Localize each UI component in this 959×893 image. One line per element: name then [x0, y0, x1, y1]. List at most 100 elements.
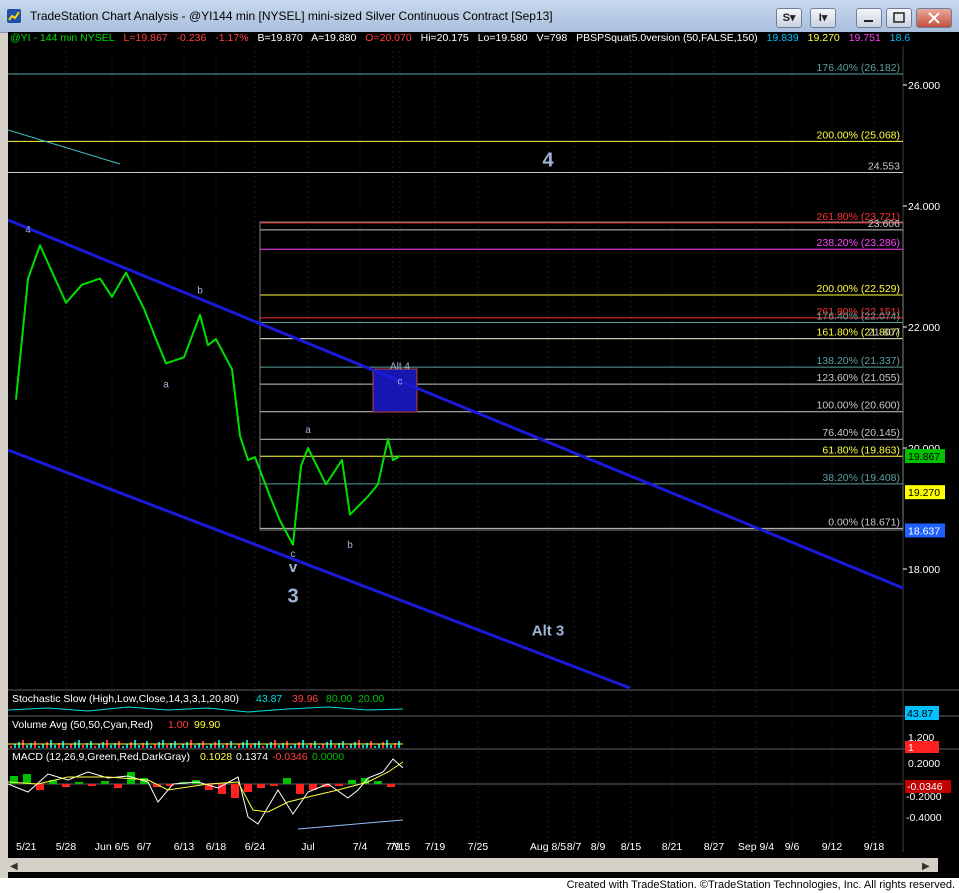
symbol-link-s-button[interactable]: S▾ — [776, 8, 802, 28]
volume-bar-77 — [318, 746, 320, 748]
volume-bar-4 — [26, 745, 28, 748]
volume-bar-78 — [322, 744, 324, 748]
x-tick-label-14: 8/7 — [567, 841, 582, 853]
x-tick-label-11: 7/19 — [425, 841, 446, 853]
volume-bar-92 — [378, 744, 380, 748]
macd-value-4: 0.0000 — [312, 751, 344, 763]
x-tick-label-10: 7/15 — [390, 841, 411, 853]
volume-bar-72 — [298, 742, 300, 748]
volume-bar-37 — [158, 742, 160, 748]
channel-lower-line — [8, 448, 631, 690]
volume-bar-36 — [154, 744, 156, 748]
wave-label-10: 4 — [542, 150, 554, 172]
volume-bar-74 — [306, 745, 308, 748]
price-series-line — [15, 244, 401, 546]
wave-label-7: b — [347, 540, 353, 551]
stochastic-label: Stochastic Slow (High,Low,Close,14,3,3,1… — [12, 693, 239, 705]
volume-value-2: 99.90 — [194, 719, 220, 731]
volume-bar-53 — [222, 745, 224, 748]
x-tick-label-16: 8/15 — [621, 841, 642, 853]
stochastic-value-2: 39.96 — [292, 693, 318, 705]
volume-bar-49 — [206, 746, 208, 748]
volume-bar-51 — [214, 742, 216, 748]
volume-bar-1 — [14, 744, 16, 748]
macd-hist-bar-18 — [244, 784, 252, 792]
macd-axis-label-3: -0.4000 — [906, 812, 942, 824]
macd-hist-bar-6 — [88, 784, 96, 786]
macd-axis-label-2: -0.2000 — [906, 791, 942, 803]
volume-bar-18 — [82, 745, 84, 748]
fib-label-12: 123.60% (21.055) — [817, 372, 900, 384]
volume-bar-32 — [138, 745, 140, 748]
minimize-button[interactable] — [856, 8, 882, 28]
volume-bar-64 — [266, 744, 268, 748]
close-icon — [928, 12, 940, 24]
window-title: TradeStation Chart Analysis - @YI144 min… — [30, 9, 553, 23]
tradestation-app-icon — [7, 9, 21, 23]
volume-bar-81 — [334, 745, 336, 748]
macd-hist-bar-19 — [257, 784, 265, 788]
axis-badge-1: 19.270 — [908, 487, 940, 499]
fib-label-6: 200.00% (22.529) — [817, 283, 900, 295]
price-axis-badges: 19.867 19.270 18.637 — [905, 449, 945, 538]
x-tick-label-19: Sep 9/4 — [738, 841, 774, 853]
close-button[interactable] — [916, 8, 952, 28]
macd-hist-bar-26 — [348, 780, 356, 784]
macd-value-1: 0.1028 — [200, 751, 232, 763]
volume-bar-88 — [362, 745, 364, 748]
macd-line — [8, 758, 404, 825]
x-tick-label-18: 8/27 — [704, 841, 725, 853]
volume-bar-15 — [70, 744, 72, 748]
macd-hist-bar-17 — [231, 784, 239, 798]
wave-label-11: Alt 3 — [532, 623, 565, 640]
stochastic-value-1: 43.87 — [256, 693, 282, 705]
alt4-target-box — [372, 368, 418, 413]
copyright-text: Created with TradeStation. ©TradeStation… — [566, 879, 955, 891]
volume-bar-11 — [54, 745, 56, 748]
stochastic-value-4: 20.00 — [358, 693, 384, 705]
volume-bar-14 — [66, 746, 68, 748]
volume-bar-44 — [186, 742, 188, 748]
x-tick-label-15: 8/9 — [591, 841, 606, 853]
volume-bar-0 — [10, 746, 12, 748]
symbol-link-i-button[interactable]: I▾ — [810, 8, 836, 28]
wave-label-3: a — [305, 425, 311, 436]
volume-label: Volume Avg (50,50,Cyan,Red) — [12, 719, 153, 731]
volume-bar-25 — [110, 745, 112, 748]
x-tick-label-6: 6/24 — [245, 841, 266, 853]
horizontal-scrollbar[interactable] — [8, 858, 938, 872]
y-tick-label-1: 24.000 — [908, 201, 940, 213]
macd-hist-bar-4 — [62, 784, 70, 787]
y-tick-label-0: 26.000 — [908, 80, 940, 92]
channel-upper-line — [8, 218, 904, 590]
maximize-button[interactable] — [886, 8, 912, 28]
fib-label-14: 76.40% (20.145) — [822, 427, 900, 439]
y-tick-label-2: 22.000 — [908, 322, 940, 334]
wave-label-5: v — [289, 559, 298, 576]
volume-bar-58 — [242, 742, 244, 748]
vertical-gridlines — [15, 46, 875, 852]
scroll-right-arrow[interactable]: ▶ — [922, 861, 930, 872]
volume-bar-67 — [278, 745, 280, 748]
macd-hist-bar-28 — [374, 781, 382, 784]
volume-bar-43 — [182, 744, 184, 748]
macd-hist-bar-7 — [101, 781, 109, 784]
price-chart[interactable]: 176.40% (26.182) 200.00% (25.068) 24.553 26… — [8, 32, 959, 878]
x-tick-label-13: Aug 8/5 — [530, 841, 566, 853]
volume-bar-8 — [42, 744, 44, 748]
volume-bar-84 — [346, 746, 348, 748]
volume-axis-label-2: 1 — [908, 742, 914, 754]
footer: Created with TradeStation. ©TradeStation… — [0, 878, 959, 893]
chart-window[interactable]: @YI - 144 min NYSEL L=19.867 -0.236 -1.1… — [8, 32, 959, 878]
volume-bar-22 — [98, 744, 100, 748]
minimize-icon — [864, 20, 873, 22]
volume-bar-85 — [350, 744, 352, 748]
volume-bar-57 — [238, 744, 240, 748]
volume-bar-35 — [150, 746, 152, 748]
stochastic-line — [8, 706, 404, 713]
wave-label-8: c — [398, 376, 403, 387]
scroll-left-arrow[interactable]: ◀ — [10, 861, 18, 872]
wave-label-6: 3 — [287, 585, 298, 607]
volume-bar-39 — [166, 745, 168, 748]
title-bar[interactable]: TradeStation Chart Analysis - @YI144 min… — [0, 0, 959, 33]
